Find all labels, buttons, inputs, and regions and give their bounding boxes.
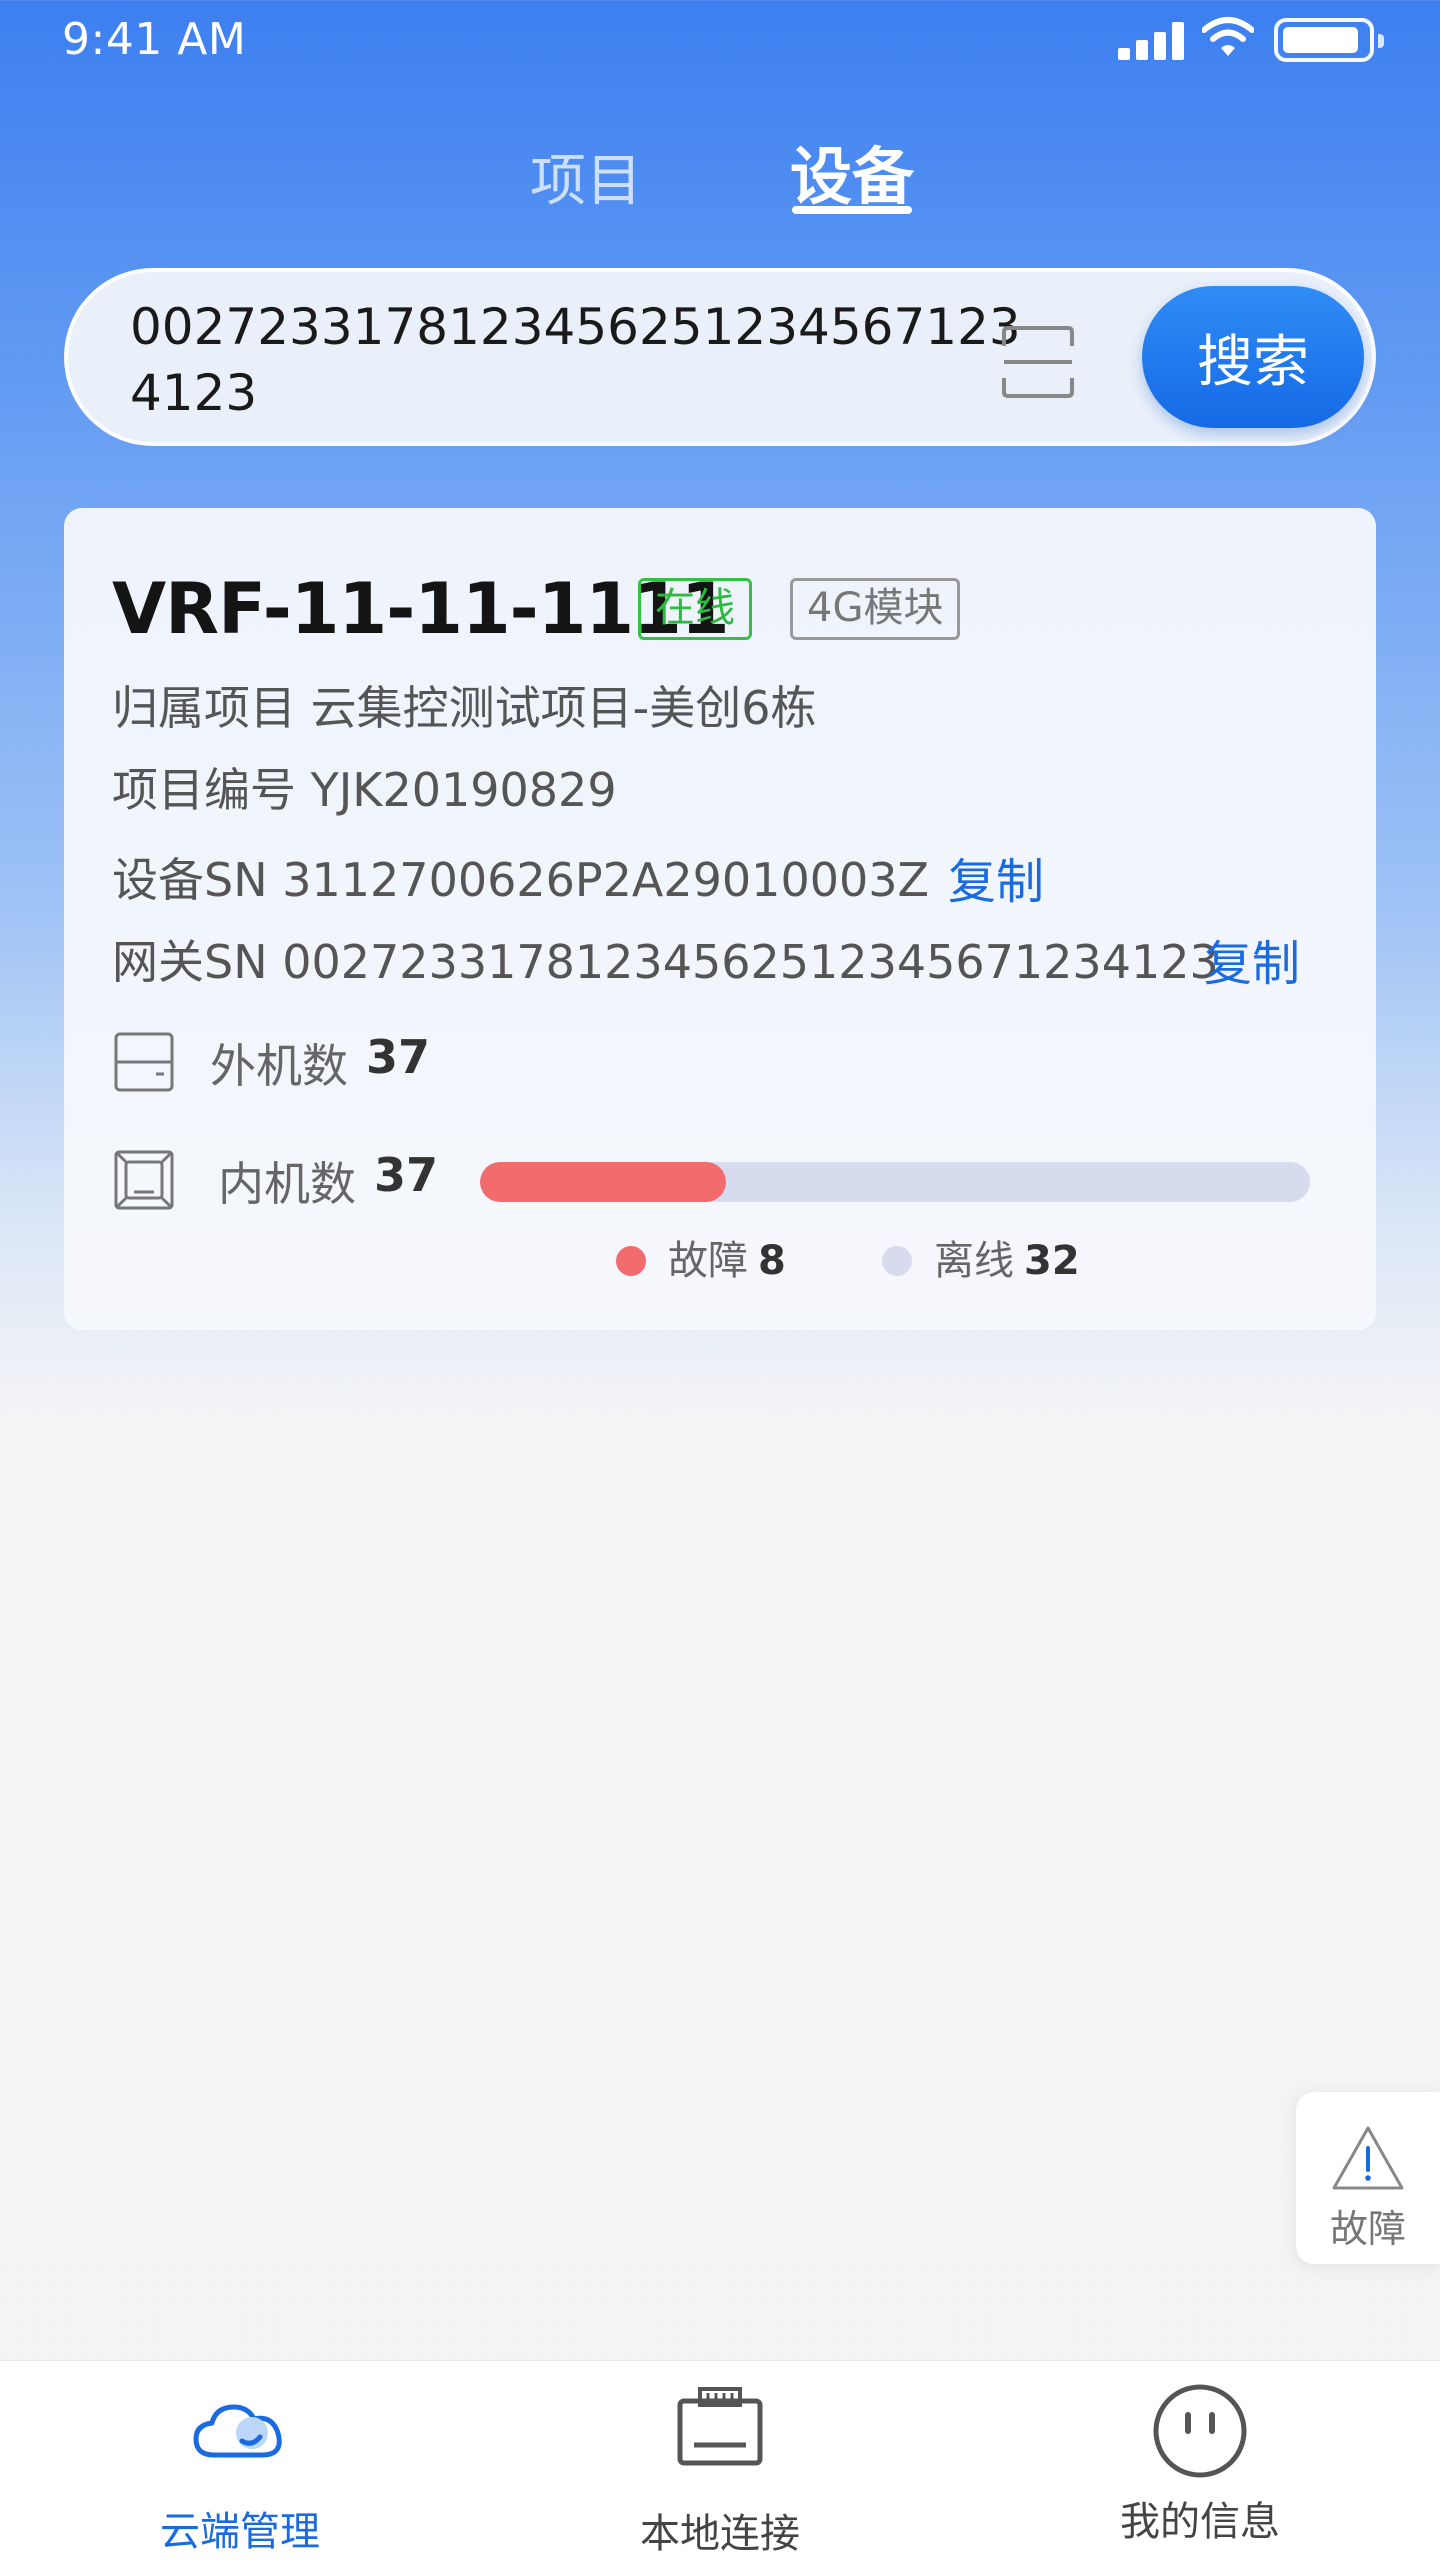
indoor-count: 37 bbox=[374, 1148, 439, 1202]
nav-info-label: 我的信息 bbox=[1120, 2499, 1280, 2545]
fault-float-button[interactable]: 故障 bbox=[1296, 2092, 1440, 2264]
scan-icon[interactable] bbox=[1000, 324, 1076, 400]
gateway-sn-label: 网关SN bbox=[112, 935, 268, 989]
nav-my-info[interactable]: 我的信息 bbox=[960, 2361, 1440, 2560]
legend-fault-value: 8 bbox=[758, 1238, 786, 1284]
fault-float-label: 故障 bbox=[1329, 2207, 1406, 2251]
nav-local-connection[interactable]: 本地连接 bbox=[480, 2361, 960, 2560]
bottom-nav: 云端管理 本地连接 我的信息 bbox=[0, 2360, 1440, 2560]
outdoor-count: 37 bbox=[366, 1030, 431, 1084]
copy-device-sn-button[interactable]: 复制 bbox=[948, 842, 1044, 912]
nav-local-label: 本地连接 bbox=[640, 2511, 800, 2557]
fault-progress-fill bbox=[480, 1162, 726, 1202]
legend-offline-value: 32 bbox=[1024, 1238, 1080, 1284]
warning-triangle-icon bbox=[1332, 2126, 1404, 2190]
legend-offline: 离线 32 bbox=[882, 1228, 1080, 1286]
search-button[interactable]: 搜索 bbox=[1142, 286, 1364, 428]
project-no-label: 项目编号 bbox=[112, 763, 296, 817]
battery-icon bbox=[1274, 18, 1384, 62]
gateway-sn-value: 00272331781234562512345671234123 bbox=[282, 935, 1219, 989]
indoor-unit-icon bbox=[114, 1150, 174, 1210]
project-no-line: 项目编号 YJK20190829 bbox=[112, 754, 617, 820]
device-sn-value: 3112700626P2A29010003Z bbox=[282, 853, 930, 907]
outdoor-unit-icon bbox=[114, 1032, 174, 1092]
tab-project[interactable]: 项目 bbox=[530, 136, 642, 217]
device-name: VRF-11-11-1111 bbox=[112, 568, 730, 650]
tab-active-indicator bbox=[792, 206, 912, 214]
gateway-sn-line: 网关SN 00272331781234562512345671234123 bbox=[112, 926, 1219, 992]
copy-gateway-sn-button[interactable]: 复制 bbox=[1204, 924, 1300, 994]
project-value: 云集控测试项目-美创6栋 bbox=[310, 681, 817, 735]
legend-offline-label: 离线 bbox=[934, 1238, 1014, 1284]
legend-fault: 故障 8 bbox=[616, 1228, 786, 1286]
nav-cloud-management[interactable]: 云端管理 bbox=[0, 2361, 480, 2560]
indoor-label: 内机数 bbox=[218, 1157, 356, 1211]
device-card[interactable]: VRF-11-11-1111 在线 4G模块 归属项目 云集控测试项目-美创6栋… bbox=[64, 508, 1376, 1330]
module-badge: 4G模块 bbox=[790, 578, 961, 640]
device-sn-line: 设备SN 3112700626P2A29010003Z bbox=[112, 844, 929, 910]
status-bar: 9:41 AM bbox=[0, 0, 1440, 86]
device-sn-label: 设备SN bbox=[112, 853, 268, 907]
wifi-icon bbox=[1202, 17, 1254, 56]
fault-dot bbox=[616, 1246, 646, 1276]
project-line: 归属项目 云集控测试项目-美创6栋 bbox=[112, 672, 817, 738]
nav-cloud-label: 云端管理 bbox=[160, 2509, 320, 2555]
signal-icon bbox=[1118, 22, 1186, 60]
router-icon bbox=[677, 2387, 763, 2466]
tab-device[interactable]: 设备 bbox=[790, 126, 914, 216]
outdoor-label: 外机数 bbox=[210, 1039, 348, 1093]
face-icon bbox=[1153, 2384, 1247, 2478]
search-input[interactable]: 00272331781234562512345671234123 bbox=[130, 294, 1030, 426]
status-time: 9:41 AM bbox=[62, 14, 247, 65]
cloud-icon bbox=[193, 2404, 282, 2458]
project-no-value: YJK20190829 bbox=[310, 763, 617, 817]
legend-fault-label: 故障 bbox=[668, 1238, 748, 1284]
indoor-status-progress bbox=[480, 1162, 1310, 1202]
offline-dot bbox=[882, 1246, 912, 1276]
project-label: 归属项目 bbox=[112, 681, 296, 735]
online-badge: 在线 bbox=[638, 578, 752, 640]
search-bar[interactable]: 00272331781234562512345671234123 搜索 bbox=[64, 268, 1376, 446]
